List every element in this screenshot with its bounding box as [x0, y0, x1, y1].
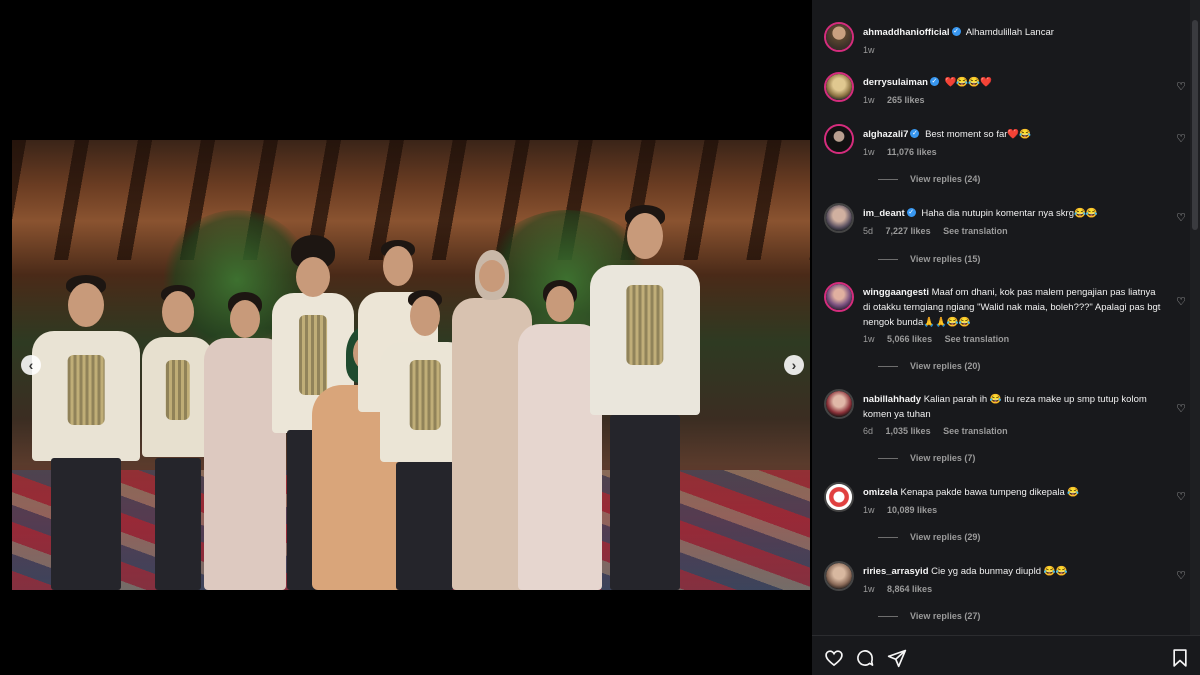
comment-like-heart-icon[interactable]: ♡ — [1176, 80, 1186, 93]
comment-meta: 5d 7,227 likes See translation — [863, 226, 1018, 236]
comment-likes[interactable]: 10,089 likes — [887, 505, 937, 515]
comment-text: Cie yg ada bunmay diupld 😂😂 — [931, 566, 1068, 577]
comment-username[interactable]: alghazali7 — [863, 129, 908, 140]
comment-username[interactable]: im_deant — [863, 208, 905, 219]
verified-badge-icon: ✓ — [906, 207, 916, 217]
comment-time: 1w — [863, 505, 875, 515]
view-replies-link[interactable]: View replies (15) — [878, 254, 980, 264]
comment-body: im_deant ✓ Haha dia nutupin komentar nya … — [863, 206, 1163, 221]
comment-username[interactable]: nabillahhady — [863, 394, 921, 405]
comment-username[interactable]: derrysulaiman — [863, 77, 928, 88]
comments-list[interactable]: ahmaddhaniofficial ✓ Alhamdulillah Lancar… — [812, 0, 1190, 635]
comment-like-heart-icon[interactable]: ♡ — [1176, 211, 1186, 224]
comment-like-heart-icon[interactable]: ♡ — [1176, 490, 1186, 503]
view-replies-link[interactable]: View replies (27) — [878, 611, 980, 621]
comment-username[interactable]: omizela — [863, 487, 898, 498]
comment-time: 1w — [863, 147, 875, 157]
avatar[interactable] — [824, 389, 854, 419]
comment-username[interactable]: ahmaddhaniofficial — [863, 27, 950, 38]
comment-time: 1w — [863, 95, 875, 105]
comment-meta: 1w 265 likes — [863, 95, 935, 105]
verified-badge-icon: ✓ — [951, 26, 961, 36]
comment-body: riries_arrasyid Cie yg ada bunmay diupld… — [863, 564, 1163, 579]
heart-icon[interactable] — [824, 648, 844, 668]
comment-meta: 6d 1,035 likes See translation — [863, 426, 1018, 436]
comment-likes[interactable]: 7,227 likes — [886, 226, 931, 236]
comment-body: alghazali7 ✓ Best moment so far❤️😂 — [863, 127, 1163, 142]
see-translation-link[interactable]: See translation — [945, 334, 1010, 344]
comments-sidebar: ahmaddhaniofficial ✓ Alhamdulillah Lancar… — [812, 0, 1200, 675]
comment-body: derrysulaiman ✓ ❤️😂😂❤️ — [863, 75, 1163, 90]
view-replies-link[interactable]: View replies (7) — [878, 453, 975, 463]
comment-time: 1w — [863, 584, 875, 594]
avatar[interactable] — [824, 22, 854, 52]
comment-like-heart-icon[interactable]: ♡ — [1176, 402, 1186, 415]
carousel-next-button[interactable]: › — [784, 355, 804, 375]
comment-likes[interactable]: 11,076 likes — [887, 147, 937, 157]
verified-badge-icon: ✓ — [929, 76, 939, 86]
comment-body: omizela Kenapa pakde bawa tumpeng dikepa… — [863, 485, 1163, 500]
comment-text: Best moment so far❤️😂 — [925, 129, 1032, 140]
share-icon[interactable] — [887, 648, 907, 668]
post-photo[interactable] — [12, 140, 810, 590]
comment-meta: 1w — [863, 45, 885, 55]
comment-likes[interactable]: 5,066 likes — [887, 334, 932, 344]
comment-icon[interactable] — [855, 648, 875, 668]
comment-like-heart-icon[interactable]: ♡ — [1176, 132, 1186, 145]
comment-like-heart-icon[interactable]: ♡ — [1176, 569, 1186, 582]
post-action-bar — [812, 635, 1200, 675]
comment-meta: 1w 11,076 likes — [863, 147, 947, 157]
comment-meta: 1w 8,864 likes — [863, 584, 942, 594]
person-figure — [32, 275, 140, 590]
comment-text: Kenapa pakde bawa tumpeng dikepala 😂 — [900, 487, 1080, 498]
comment-likes[interactable]: 8,864 likes — [887, 584, 932, 594]
comment-text: ❤️😂😂❤️ — [944, 77, 992, 88]
comment-body: ahmaddhaniofficial ✓ Alhamdulillah Lancar — [863, 25, 1163, 40]
comment-like-heart-icon[interactable]: ♡ — [1176, 295, 1186, 308]
comment-username[interactable]: winggaangesti — [863, 287, 929, 298]
comment-body: nabillahhady Kalian parah ih 😂 itu reza … — [863, 392, 1163, 422]
comment-meta: 1w 5,066 likes See translation — [863, 334, 1019, 344]
avatar[interactable] — [824, 561, 854, 591]
view-replies-link[interactable]: View replies (24) — [878, 174, 980, 184]
avatar[interactable] — [824, 282, 854, 312]
comment-time: 1w — [863, 334, 875, 344]
post-media-pane: ‹ › — [0, 0, 812, 675]
verified-badge-icon: ✓ — [910, 128, 920, 138]
comment-meta: 1w 10,089 likes — [863, 505, 947, 515]
comment-username[interactable]: riries_arrasyid — [863, 566, 929, 577]
view-replies-link[interactable]: View replies (29) — [878, 532, 980, 542]
comment-time: 6d — [863, 426, 874, 436]
comment-likes[interactable]: 1,035 likes — [886, 426, 931, 436]
person-figure — [590, 205, 700, 590]
see-translation-link[interactable]: See translation — [943, 426, 1008, 436]
avatar[interactable] — [824, 124, 854, 154]
comments-scrollbar[interactable] — [1190, 0, 1200, 635]
comment-time: 5d — [863, 226, 874, 236]
comment-time: 1w — [863, 45, 875, 55]
comment-body: winggaangesti Maaf om dhani, kok pas mal… — [863, 285, 1163, 330]
avatar[interactable] — [824, 72, 854, 102]
avatar[interactable] — [824, 482, 854, 512]
bookmark-icon[interactable] — [1170, 648, 1190, 668]
comment-text: Haha dia nutupin komentar nya skrg😂😂 — [921, 208, 1098, 219]
see-translation-link[interactable]: See translation — [943, 226, 1008, 236]
comment-text: Alhamdulillah Lancar — [965, 27, 1054, 38]
view-replies-link[interactable]: View replies (20) — [878, 361, 980, 371]
scrollbar-thumb[interactable] — [1192, 20, 1198, 230]
carousel-prev-button[interactable]: ‹ — [21, 355, 41, 375]
comment-likes[interactable]: 265 likes — [887, 95, 925, 105]
avatar[interactable] — [824, 203, 854, 233]
